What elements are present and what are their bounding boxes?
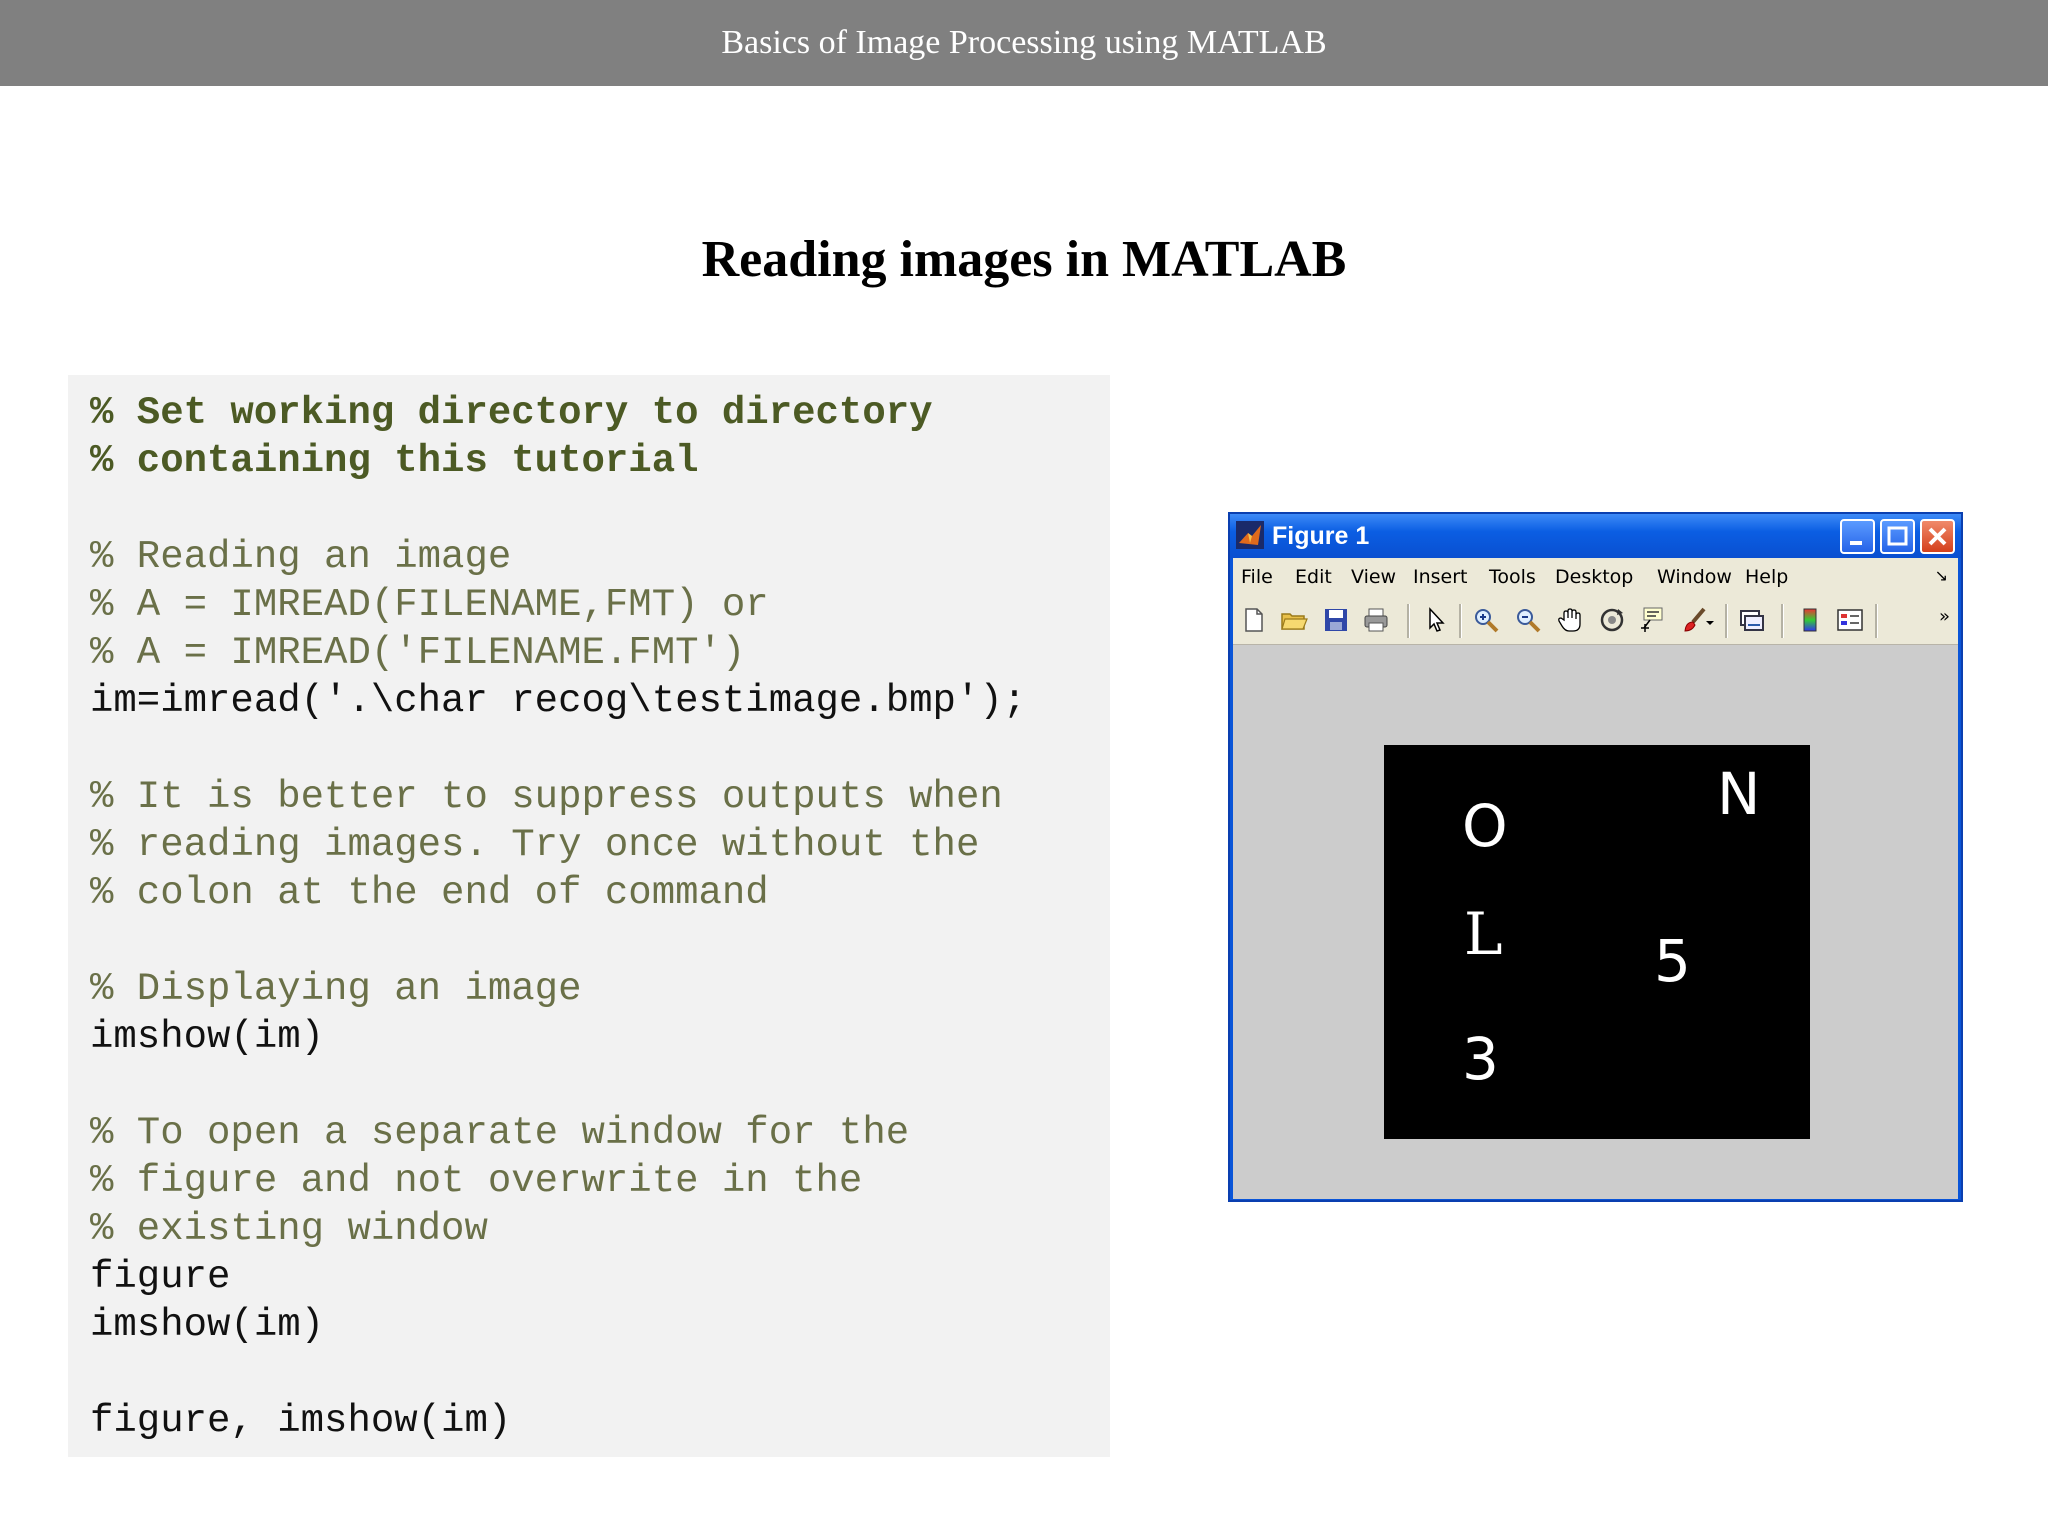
figure-toolbar: » [1233, 596, 1958, 645]
comment-line: % Set working directory to directory [90, 391, 933, 435]
menu-edit[interactable]: Edit [1295, 566, 1332, 588]
brush-dropdown-icon[interactable] [1703, 605, 1717, 635]
menu-desktop[interactable]: Desktop [1555, 566, 1633, 588]
slide-title: Reading images in MATLAB [701, 231, 1347, 288]
close-icon[interactable] [1920, 519, 1955, 554]
link-plot-icon[interactable] [1737, 605, 1767, 635]
menu-window[interactable]: Window [1657, 566, 1732, 588]
toolbar-overflow-icon[interactable]: » [1939, 606, 1950, 627]
window-client-area: ↘ File Edit View Insert Tools Desktop Window He… [1233, 558, 1958, 1199]
comment-line: % containing this tutorial [90, 439, 699, 483]
zoom-in-icon[interactable] [1471, 605, 1501, 635]
code-line: imshow(im) [90, 1015, 325, 1059]
presentation-header: Basics of Image Processing using MATLAB [0, 0, 2048, 86]
code-line: im=imread('.\char recog\testimage.bmp'); [90, 679, 1027, 723]
comment-line: % It is better to suppress outputs when [90, 775, 1003, 819]
comment-line: % colon at the end of command [90, 871, 769, 915]
figure-window[interactable]: Figure 1 ↘ File Edit View Insert Tools Deskto… [1228, 512, 1963, 1202]
matlab-icon [1236, 521, 1264, 549]
figure-canvas[interactable]: O N L 5 3 [1233, 645, 1958, 1199]
menu-bar: ↘ File Edit View Insert Tools Desktop Window He… [1233, 558, 1958, 596]
window-titlebar[interactable]: Figure 1 [1230, 514, 1961, 558]
code-line: imshow(im) [90, 1303, 325, 1347]
code-block: % Set working directory to directory% co… [68, 375, 1110, 1457]
zoom-out-icon[interactable] [1513, 605, 1543, 635]
edit-plot-icon[interactable] [1421, 605, 1451, 635]
menu-help[interactable]: Help [1745, 566, 1788, 588]
comment-line: % existing window [90, 1207, 488, 1251]
toolbar-separator [1725, 604, 1728, 638]
data-cursor-icon[interactable] [1637, 605, 1667, 635]
comment-line: % Reading an image [90, 535, 512, 579]
image-char: O [1462, 792, 1508, 860]
comment-line: % Displaying an image [90, 967, 582, 1011]
code-line: figure, imshow(im) [90, 1399, 512, 1443]
menu-view[interactable]: View [1351, 566, 1396, 588]
window-title: Figure 1 [1272, 522, 1370, 550]
minimize-icon[interactable] [1840, 519, 1875, 554]
menu-file[interactable]: File [1241, 566, 1273, 588]
image-char: N [1717, 760, 1761, 828]
image-char: 3 [1462, 1025, 1499, 1093]
toolbar-separator [1875, 604, 1878, 638]
presentation-title: Basics of Image Processing using MATLAB [721, 24, 1327, 61]
pan-icon[interactable] [1555, 605, 1585, 635]
rotate-3d-icon[interactable] [1597, 605, 1627, 635]
toolbar-separator [1459, 604, 1462, 638]
print-icon[interactable] [1361, 605, 1391, 635]
colorbar-icon[interactable] [1795, 605, 1825, 635]
comment-line: % A = IMREAD('FILENAME.FMT') [90, 631, 746, 675]
menu-insert[interactable]: Insert [1413, 566, 1468, 588]
legend-icon[interactable] [1835, 605, 1865, 635]
maximize-icon[interactable] [1880, 519, 1915, 554]
open-file-icon[interactable] [1279, 605, 1309, 635]
image-char: 5 [1654, 927, 1691, 995]
save-icon[interactable] [1321, 605, 1351, 635]
new-figure-icon[interactable] [1239, 605, 1269, 635]
toolbar-separator [1407, 604, 1410, 638]
comment-line: % reading images. Try once without the [90, 823, 980, 867]
displayed-image: O N L 5 3 [1384, 745, 1810, 1139]
code-line: figure [90, 1255, 231, 1299]
comment-line: % To open a separate window for the [90, 1111, 910, 1155]
comment-line: % figure and not overwrite in the [90, 1159, 863, 1203]
menu-overflow-icon[interactable]: ↘ [1935, 566, 1948, 585]
image-char: L [1464, 900, 1503, 968]
toolbar-separator [1781, 604, 1784, 638]
menu-tools[interactable]: Tools [1489, 566, 1536, 588]
comment-line: % A = IMREAD(FILENAME,FMT) or [90, 583, 769, 627]
